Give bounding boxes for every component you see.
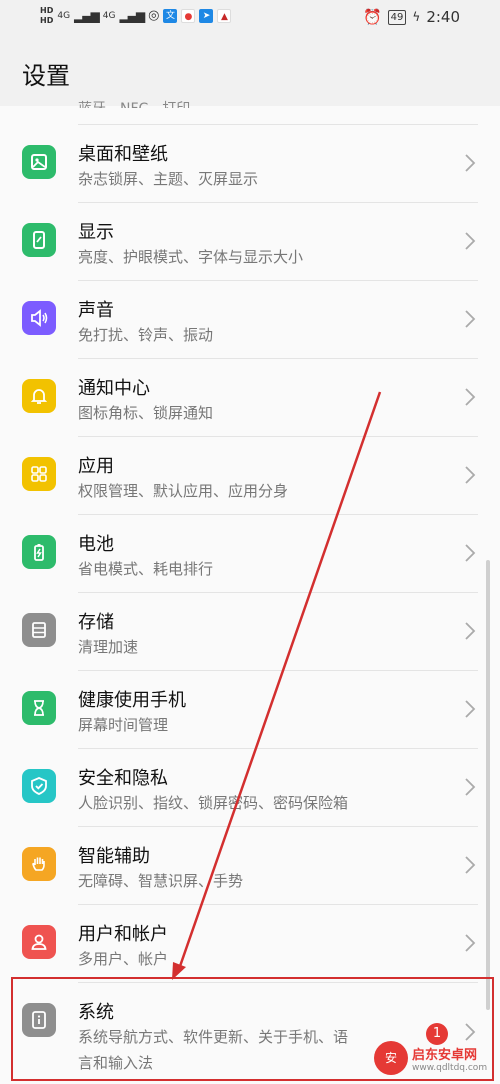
send-notification-icon: ➤ — [199, 8, 214, 23]
status-bar: HD HD 4G ▂▄▆ 4G ▂▄▆ ◎ 文 ● ➤ ▲ ⏰ 49 ϟ 2:4… — [0, 0, 500, 36]
settings-item-title: 声音 — [78, 300, 114, 321]
watermark: 安 启东安卓网 www.qdltdq.com — [374, 1038, 494, 1078]
app-notification-icon: 文 — [163, 8, 178, 23]
chevron-right-icon — [464, 777, 478, 796]
user-icon — [22, 925, 56, 959]
settings-item[interactable]: 用户和帐户多用户、帐户 — [0, 904, 500, 982]
settings-item-title: 通知中心 — [78, 378, 150, 399]
chevron-right-icon — [464, 465, 478, 484]
status-left: HD HD 4G ▂▄▆ 4G ▂▄▆ ◎ 文 ● ➤ ▲ — [40, 6, 232, 25]
settings-item-title: 智能辅助 — [78, 846, 150, 867]
watermark-url: www.qdltdq.com — [412, 1062, 488, 1073]
page-title: 设置 — [22, 62, 70, 90]
settings-item[interactable]: 智能辅助无障碍、智慧识屏、手势 — [0, 826, 500, 904]
status-right: ⏰ 49 ϟ 2:40 — [363, 8, 460, 26]
settings-item[interactable]: 安全和隐私人脸识别、指纹、锁屏密码、密码保险箱 — [0, 748, 500, 826]
storage-icon — [22, 613, 56, 647]
settings-item-title: 显示 — [78, 222, 114, 243]
chevron-right-icon — [464, 153, 478, 172]
settings-item-subtitle: 无障碍、智慧识屏、手势 — [78, 872, 244, 890]
settings-item-title: 安全和隐私 — [78, 768, 168, 789]
network-type-2: 4G — [102, 10, 116, 21]
chevron-right-icon — [464, 543, 478, 562]
settings-item-subtitle: 图标角标、锁屏通知 — [78, 404, 214, 422]
settings-item[interactable]: 桌面和壁纸杂志锁屏、主题、灭屏显示 — [0, 124, 500, 202]
charging-icon: ϟ — [412, 10, 421, 24]
sound-icon — [22, 301, 56, 335]
settings-item[interactable]: 声音免打扰、铃声、振动 — [0, 280, 500, 358]
scrolled-row-subtitle: 蓝牙、NFC、打印 — [78, 98, 190, 108]
chevron-right-icon — [464, 231, 478, 250]
settings-item-subtitle: 省电模式、耗电排行 — [78, 560, 214, 578]
hand-icon — [22, 847, 56, 881]
chevron-right-icon — [464, 699, 478, 718]
hd-indicator-2: HD — [40, 16, 54, 25]
shield-icon — [22, 769, 56, 803]
wallpaper-icon — [22, 145, 56, 179]
settings-item[interactable]: 健康使用手机 屏幕时间管理 — [0, 670, 500, 748]
signal-icon: ▂▄▆ — [119, 8, 145, 23]
settings-item[interactable]: 显示亮度、护眼模式、字体与显示大小 — [0, 202, 500, 280]
settings-item-title: 健康使用手机 — [78, 690, 186, 711]
watermark-logo-icon: 安 — [374, 1041, 408, 1075]
settings-item-subtitle: 清理加速 — [78, 638, 139, 656]
settings-item-title: 桌面和壁纸 — [78, 144, 168, 165]
settings-item-title: 存储 — [78, 612, 114, 633]
settings-item[interactable]: 存储 清理加速 — [0, 592, 500, 670]
settings-item-subtitle: 屏幕时间管理 — [78, 716, 169, 734]
watermark-brand: 启东安卓网 — [412, 1047, 478, 1063]
settings-item-subtitle: 人脸识别、指纹、锁屏密码、密码保险箱 — [78, 794, 349, 812]
clock: 2:40 — [426, 8, 460, 26]
battery-level: 49 — [387, 9, 407, 25]
apps-grid-icon — [22, 457, 56, 491]
chevron-right-icon — [464, 621, 478, 640]
settings-item-subtitle: 免打扰、铃声、振动 — [78, 326, 214, 344]
wifi-icon: ◎ — [148, 8, 160, 23]
settings-item-title: 电池 — [78, 534, 114, 555]
bank-notification-icon: ▲ — [217, 8, 232, 23]
settings-item-subtitle: 亮度、护眼模式、字体与显示大小 — [78, 248, 304, 266]
hourglass-icon — [22, 691, 56, 725]
settings-item-subtitle: 多用户、帐户 — [78, 950, 169, 968]
settings-item[interactable]: 应用权限管理、默认应用、应用分身 — [0, 436, 500, 514]
signal-icon: ▂▄▆ — [74, 8, 100, 23]
hd-indicators: HD HD — [40, 6, 53, 25]
chevron-right-icon — [464, 309, 478, 328]
settings-item[interactable]: 通知中心图标角标、锁屏通知 — [0, 358, 500, 436]
battery-icon — [22, 535, 56, 569]
network-type-1: 4G — [57, 10, 71, 21]
display-icon — [22, 223, 56, 257]
chevron-right-icon — [464, 855, 478, 874]
hd-indicator-1: HD — [40, 6, 54, 15]
settings-item-subtitle: 杂志锁屏、主题、灭屏显示 — [78, 170, 259, 188]
settings-item-subtitle: 权限管理、默认应用、应用分身 — [78, 482, 289, 500]
settings-item-title: 用户和帐户 — [78, 924, 168, 945]
chevron-right-icon — [464, 387, 478, 406]
chevron-right-icon — [464, 933, 478, 952]
alarm-icon: ⏰ — [362, 8, 382, 26]
settings-item[interactable]: 电池省电模式、耗电排行 — [0, 514, 500, 592]
scrollbar[interactable] — [486, 560, 490, 1010]
settings-header: 设置 — [0, 36, 500, 106]
bell-icon — [22, 379, 56, 413]
map-notification-icon: ● — [181, 8, 196, 23]
settings-item-title: 应用 — [78, 456, 114, 477]
